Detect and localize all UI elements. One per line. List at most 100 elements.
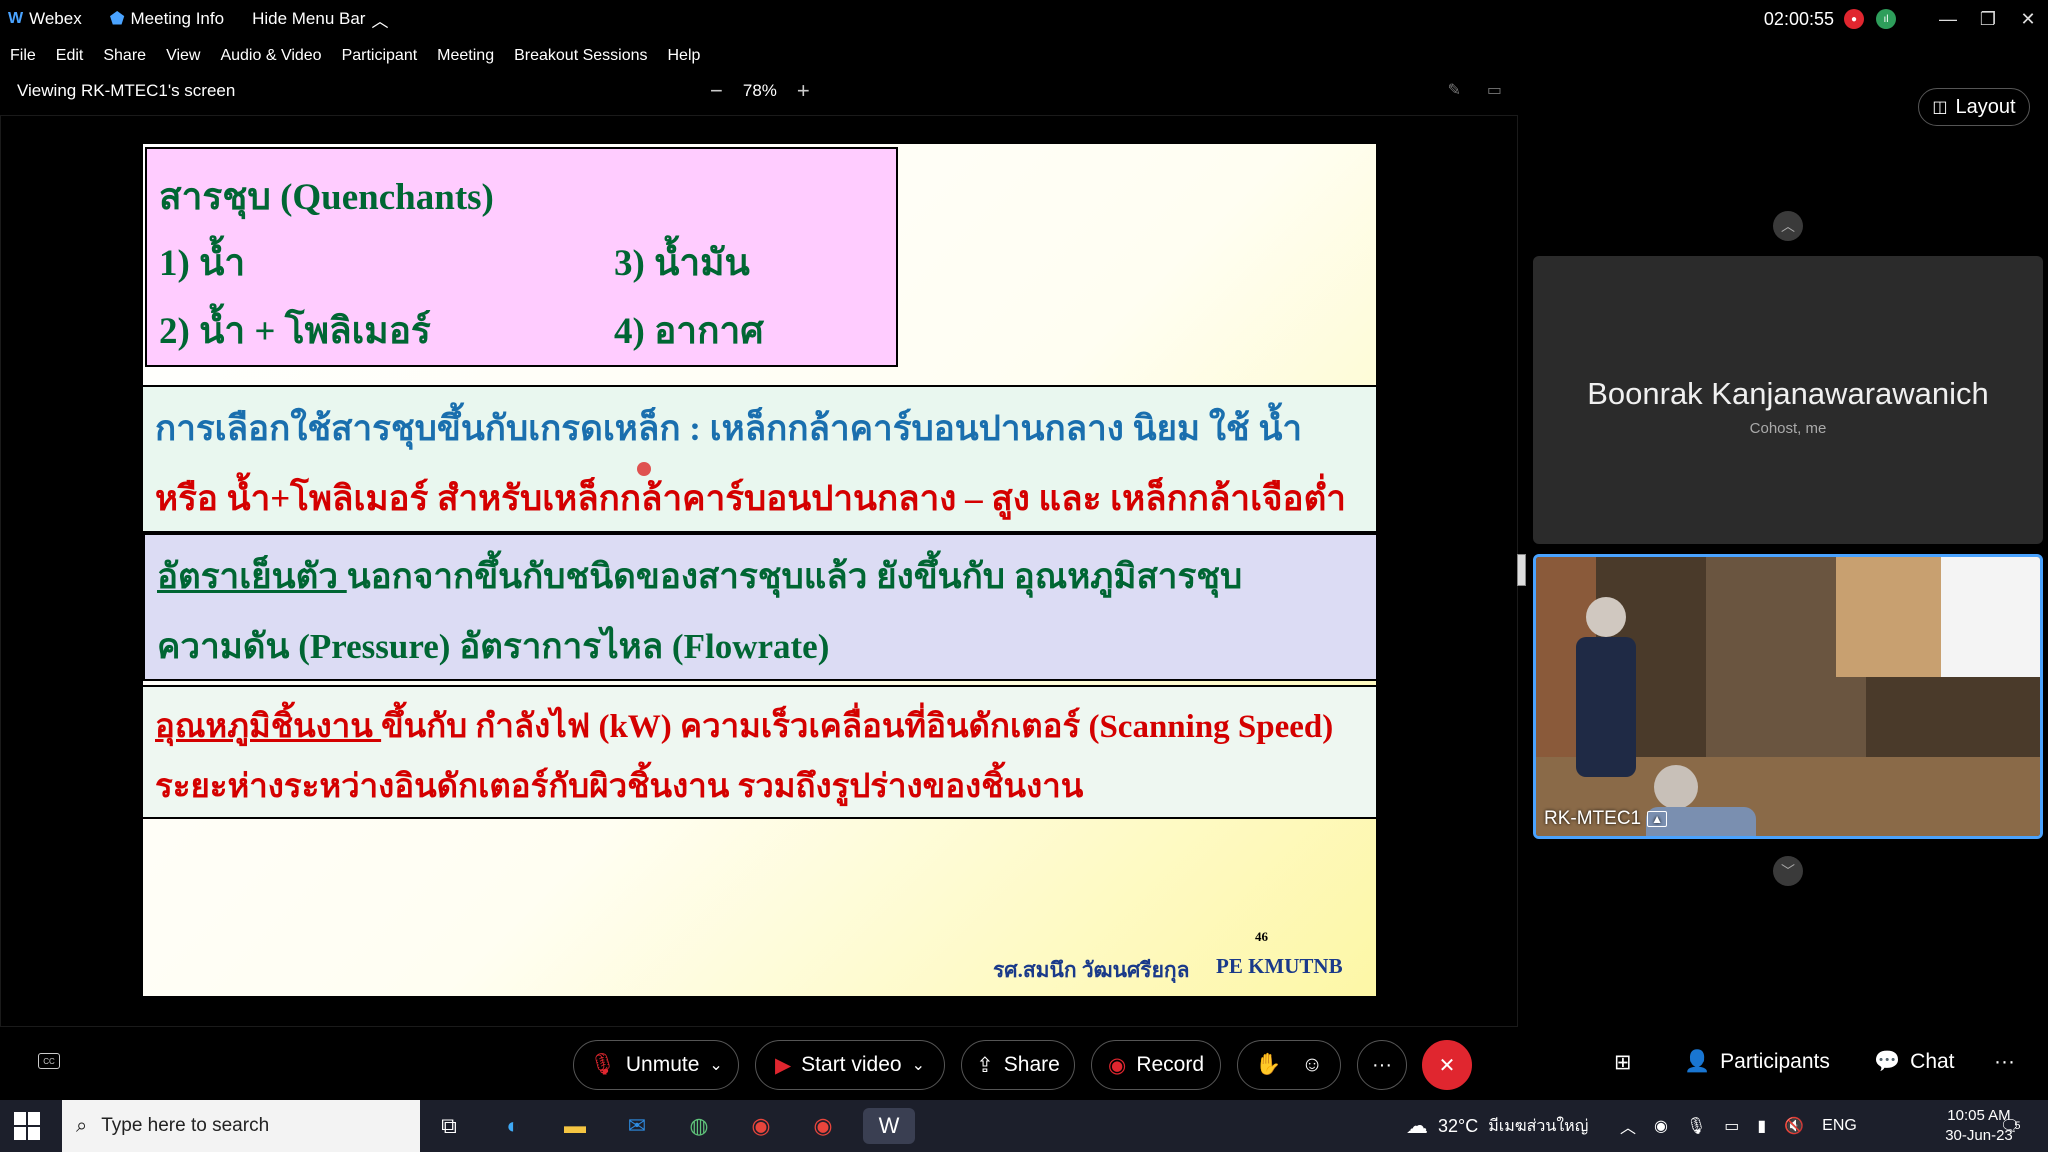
more-options-button[interactable]: ··· (1357, 1040, 1407, 1090)
apps-button[interactable]: ⊞ (1614, 1050, 1632, 1075)
unmute-button[interactable]: 🎙 Unmute ⌄ (573, 1040, 739, 1090)
menu-help[interactable]: Help (668, 47, 701, 65)
zoom-out-button[interactable]: − (710, 78, 723, 104)
webex-taskbar-icon[interactable]: W (863, 1108, 915, 1144)
layout-icon: ◫ (1932, 99, 1948, 116)
webex-logo-icon: W (8, 10, 24, 27)
hide-menu-bar-button[interactable]: Hide Menu Bar ︿ (252, 7, 388, 32)
quenchants-box: สารชุบ (Quenchants) 1) น้ำ 3) น้ำมัน 2) … (145, 147, 898, 367)
system-tray: ︿ ◉ 🎙 ▭ ▮ 🔇 ENG (1620, 1100, 1857, 1152)
chevron-up-icon: ︿ (371, 11, 389, 31)
more-panels-button[interactable]: ··· (1994, 1050, 2015, 1074)
volume-muted-icon[interactable]: 🔇 (1784, 1116, 1804, 1136)
app-name: Webex (29, 9, 82, 28)
meeting-info-button[interactable]: ⬟ Meeting Info (110, 9, 224, 29)
notifications-button[interactable]: 🗨 5 (2000, 1100, 2020, 1152)
participants-label: Participants (1720, 1050, 1830, 1073)
slide-author: รศ.สมนึก วัฒนศรียกุล (993, 958, 1190, 982)
shield-icon: ⬟ (109, 9, 125, 28)
participants-button[interactable]: 👤 Participants (1684, 1050, 1830, 1074)
microphone-icon[interactable]: 🎙 (1686, 1116, 1706, 1136)
unmute-label: Unmute (625, 1053, 700, 1076)
workpiece-temp-line-2: ระยะห่างระหว่างอินดักเตอร์กับผิวชิ้นงาน … (155, 769, 1084, 805)
leave-meeting-button[interactable]: ✕ (1422, 1040, 1472, 1090)
chat-button[interactable]: 💬 Chat (1874, 1050, 1955, 1074)
record-label: Record (1136, 1053, 1205, 1076)
zoom-control: − 78% + (710, 78, 810, 104)
minimize-icon[interactable]: — (1928, 0, 1968, 38)
share-button[interactable]: ⇪ Share (961, 1040, 1075, 1090)
sharing-icon: ▲ (1647, 811, 1668, 827)
zoom-in-button[interactable]: + (797, 78, 810, 104)
panel-resize-handle[interactable] (1517, 554, 1526, 586)
file-explorer-icon[interactable]: ▬ (557, 1108, 593, 1144)
windows-start-icon[interactable] (14, 1112, 42, 1140)
scroll-up-icon[interactable]: ︿ (1773, 211, 1803, 241)
start-video-button[interactable]: ▶ Start video ⌄ (755, 1040, 945, 1090)
menu-view[interactable]: View (166, 47, 200, 65)
menu-breakout-sessions[interactable]: Breakout Sessions (514, 47, 647, 65)
taskbar-search[interactable]: ⌕ Type here to search (62, 1100, 420, 1152)
network-status-icon[interactable]: ıl (1876, 9, 1896, 29)
layout-label: Layout (1955, 95, 2016, 118)
reactions-group: ✋ ☺ (1237, 1040, 1341, 1090)
workpiece-temp-line-1: ขึ้นกับ กำลังไฟ (kW) ความเร็วเคลื่อนที่อ… (381, 709, 1334, 745)
menu-share[interactable]: Share (103, 47, 146, 65)
chrome-profile-icon[interactable]: ◉ (805, 1108, 841, 1144)
chevron-up-icon[interactable]: ︿ (1620, 1114, 1636, 1138)
hide-menu-bar-label: Hide Menu Bar (252, 9, 366, 28)
menu-participant[interactable]: Participant (342, 47, 418, 65)
reactions-icon[interactable]: ☺ (1301, 1053, 1322, 1077)
close-icon: ✕ (1438, 1054, 1456, 1077)
cooling-rate-line-2: ความดัน (Pressure) อัตราการไหล (Flowrate… (157, 627, 830, 666)
share-icon: ⇪ (976, 1053, 994, 1077)
presenter-video (1536, 557, 2040, 836)
participant-tile-self[interactable]: Boonrak Kanjanawarawanich Cohost, me (1533, 256, 2043, 544)
quenchant-item-2: 2) น้ำ + โพลิเมอร์ (159, 311, 431, 352)
microphone-muted-icon: 🎙 (589, 1053, 616, 1076)
apps-icon: ⊞ (1614, 1051, 1632, 1074)
mail-icon[interactable]: ✉ (619, 1108, 655, 1144)
display-icon[interactable]: ▭ (1724, 1116, 1739, 1136)
annotate-icon[interactable]: ✎ (1447, 80, 1460, 100)
remote-control-icon[interactable]: ▭ (1487, 80, 1502, 100)
viewing-bar: Viewing RK-MTEC1's screen − 78% + ✎ ▭ (0, 78, 1520, 106)
layout-button[interactable]: ◫ Layout (1918, 88, 2030, 126)
slide-number: 46 (1255, 929, 1268, 944)
scroll-down-icon[interactable]: ﹀ (1773, 856, 1803, 886)
webcam-icon[interactable]: ◉ (1654, 1116, 1668, 1136)
record-button[interactable]: ◉ Record (1091, 1040, 1221, 1090)
close-icon[interactable]: ✕ (2008, 0, 2048, 38)
chevron-down-icon[interactable]: ⌄ (912, 1055, 925, 1075)
chevron-down-icon[interactable]: ⌄ (709, 1055, 722, 1075)
weather-widget[interactable]: ☁ 32°C มีเมฆส่วนใหญ่ (1406, 1100, 1588, 1152)
recording-indicator-icon[interactable]: ● (1844, 9, 1864, 29)
chrome-icon[interactable]: ◉ (743, 1108, 779, 1144)
menu-edit[interactable]: Edit (56, 47, 84, 65)
more-panels-icon: ··· (1994, 1050, 2015, 1073)
language-indicator[interactable]: ENG (1822, 1117, 1857, 1135)
taskbar: ⌕ Type here to search ⧉ ◐ ▬ ✉ ◍ ◉ ◉ W ☁ … (0, 1100, 2048, 1152)
task-view-icon[interactable]: ⧉ (431, 1108, 467, 1144)
share-label: Share (1003, 1053, 1060, 1076)
title-bar: W Webex ⬟ Meeting Info Hide Menu Bar ︿ 0… (0, 0, 2048, 38)
presenter-name: RK-MTEC1 (1544, 808, 1642, 829)
edge-icon[interactable]: ◐ (495, 1108, 531, 1144)
raise-hand-icon[interactable]: ✋ (1255, 1053, 1281, 1077)
meeting-timer: 02:00:55 (1763, 8, 1834, 29)
webex-app[interactable]: W Webex (8, 9, 82, 29)
menu-audio-video[interactable]: Audio & Video (220, 47, 321, 65)
selection-line-2: หรือ น้ำ+โพลิเมอร์ สำหรับเหล็กกล้าคาร์บอ… (155, 479, 1346, 518)
menu-file[interactable]: File (10, 47, 36, 65)
closed-captions-icon[interactable]: CC (38, 1053, 60, 1069)
video-off-icon: ▶ (775, 1053, 792, 1077)
browser-globe-icon[interactable]: ◍ (681, 1108, 717, 1144)
restore-icon[interactable]: ❐ (1968, 0, 2008, 38)
cooling-rate-line-1: นอกจากขึ้นกับชนิดของสารชุบแล้ว ยังขึ้นกั… (346, 557, 1243, 596)
participants-icon: 👤 (1684, 1050, 1711, 1073)
menu-meeting[interactable]: Meeting (437, 47, 494, 65)
search-icon: ⌕ (76, 1114, 88, 1137)
participant-tile-presenter[interactable]: RK-MTEC1 ▲ (1533, 554, 2043, 839)
start-video-label: Start video (801, 1053, 902, 1076)
battery-icon[interactable]: ▮ (1757, 1116, 1766, 1136)
